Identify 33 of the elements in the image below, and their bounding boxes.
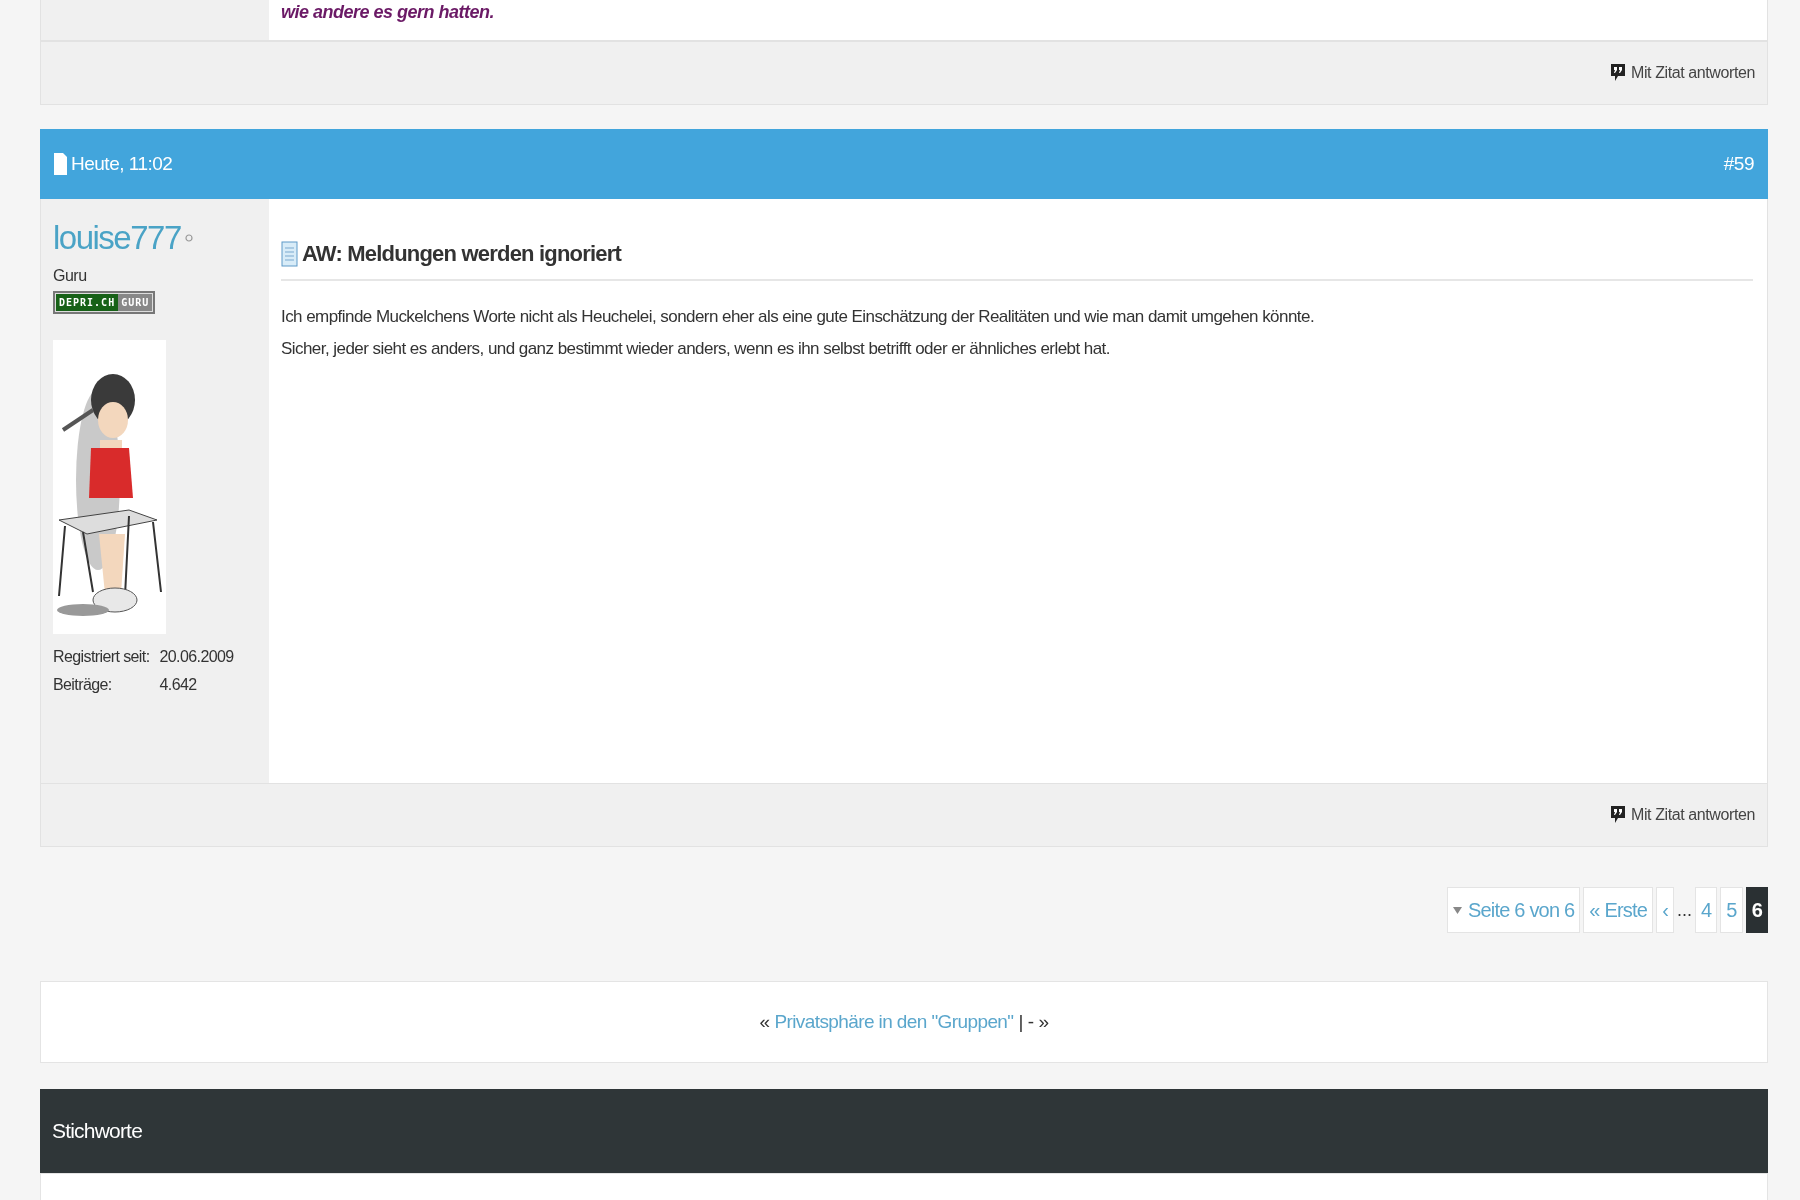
page-button[interactable]: 4 xyxy=(1695,887,1718,933)
reply-with-quote-link[interactable]: Mit Zitat antworten xyxy=(1611,64,1755,82)
stat-label: Beiträge: xyxy=(53,676,113,694)
post-text: Ich empfinde Muckelchens Worte nicht als Heuchelei, sondern eher als eine gute Einschätzung der Realitäten und wie man damit umgehen könnte. xyxy=(281,306,1316,328)
page-button[interactable]: 5 xyxy=(1720,887,1743,933)
quote-icon xyxy=(1611,64,1625,82)
section-title: Stichworte xyxy=(52,1119,143,1143)
separator: | xyxy=(1018,1011,1023,1033)
next-thread-link[interactable]: - xyxy=(1027,1011,1034,1033)
previous-thread-link[interactable]: Privatsphäre in den "Gruppen" xyxy=(774,1011,1014,1033)
first-page-button[interactable]: « Erste xyxy=(1583,887,1654,933)
post-date: Heute, 11:02 xyxy=(71,153,173,175)
stat-label: Registriert seit: xyxy=(53,648,150,666)
document-icon xyxy=(54,153,67,175)
page-button[interactable]: 6 xyxy=(1745,887,1768,933)
reply-with-quote-link[interactable]: Mit Zitat antworten xyxy=(1611,806,1755,824)
next-mark: » xyxy=(1038,1011,1049,1033)
post-text: wie andere es gern hatten. xyxy=(281,2,495,23)
user-rank: Guru xyxy=(53,267,87,285)
post-number-link[interactable]: #59 xyxy=(1723,153,1754,175)
previous-mark: « xyxy=(759,1011,770,1033)
stat-value: 20.06.2009 xyxy=(159,648,234,666)
stat-value: 4.642 xyxy=(159,676,198,694)
rank-badge: DEPRI.CH GURU xyxy=(53,291,156,314)
previous-page-button[interactable]: ‹ xyxy=(1656,887,1674,933)
page-ellipsis: ... xyxy=(1677,899,1692,922)
quote-icon xyxy=(1611,806,1625,824)
post-text: Sicher, jeder sieht es anders, und ganz bestimmt wieder anders, wenn es ihn selbst betrifft oder er ähnliches erlebt hat. xyxy=(281,338,1111,360)
username-link[interactable]: louise777 xyxy=(53,219,181,257)
post-title: AW: Meldungen werden ignoriert xyxy=(302,241,622,267)
caret-icon xyxy=(1453,906,1462,914)
document-icon xyxy=(281,241,298,267)
page-menu-button[interactable]: Seite 6 von 6 xyxy=(1447,887,1581,933)
